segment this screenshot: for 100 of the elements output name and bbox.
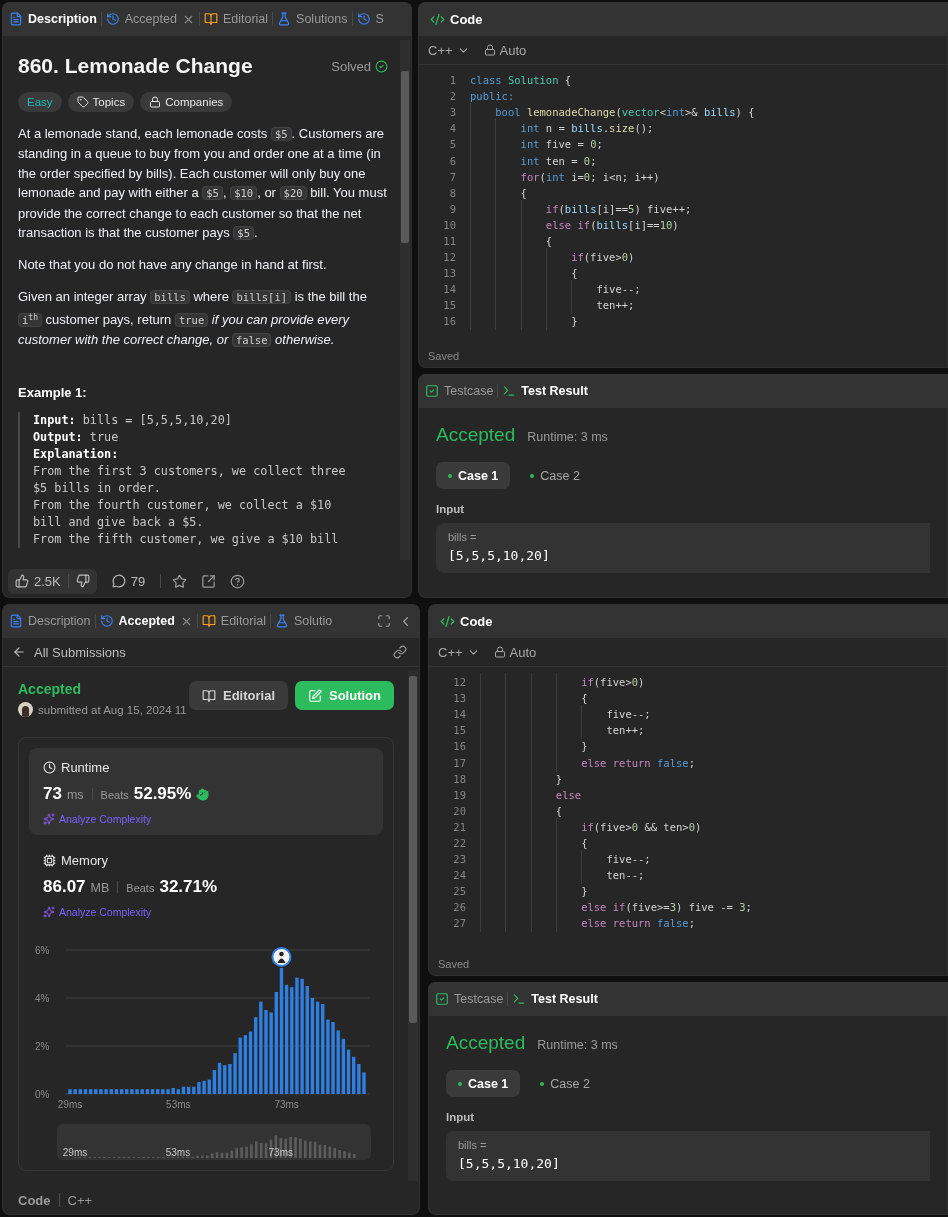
tag-chip[interactable]: Companies (140, 92, 233, 112)
case-tab[interactable]: Case 1 (436, 462, 511, 489)
line-number: 26 (452, 901, 466, 914)
line-number: 15 (452, 724, 466, 737)
code-line: if(five>0) (470, 249, 635, 266)
scrollbar[interactable] (400, 40, 410, 560)
chip-icon (43, 854, 56, 867)
tab[interactable]: Testcase (422, 380, 497, 402)
case-tab[interactable]: Case 2 (528, 1070, 602, 1097)
code-line: } (480, 770, 563, 787)
line-number: 18 (452, 772, 466, 785)
sparkles-icon (43, 906, 55, 918)
code-line: else return false; (480, 915, 695, 932)
line-number: 20 (452, 804, 466, 817)
code-line: { (480, 802, 563, 819)
mode-toggle[interactable]: Auto (493, 644, 537, 660)
overview-label: 73ms (268, 1147, 294, 1158)
code-line: { (480, 690, 588, 707)
case-tab[interactable]: Case 2 (518, 462, 592, 489)
line-number: 12 (442, 251, 456, 264)
example-line: From the first 3 customers, we collect three (33, 462, 347, 480)
metric-label: Memory (43, 853, 369, 868)
tab[interactable]: Accepted (96, 610, 196, 632)
example-line: From the fourth customer, we collect a $10 (33, 496, 333, 514)
case-tab[interactable]: Case 1 (446, 1070, 521, 1097)
code-line: ten++; (480, 722, 645, 739)
checkbox-icon (425, 384, 439, 398)
runtime-text: Runtime: 3 ms (537, 1038, 618, 1052)
tab[interactable]: Accepted (102, 8, 198, 30)
tab[interactable]: Description (6, 8, 100, 30)
document-icon (9, 12, 23, 26)
code-line: else if(bills[i]==10) (470, 216, 679, 233)
language-select[interactable]: C++ (428, 42, 470, 58)
history-icon (105, 12, 120, 26)
metric-card[interactable]: Memory 86.07 MB Beats 32.71% Analyze Complexity (29, 841, 383, 928)
solved-status: Solved (331, 58, 388, 74)
tab[interactable]: Solutions (274, 8, 351, 30)
line-number: 19 (452, 788, 466, 801)
avatar-marker (271, 947, 292, 967)
history-icon (99, 614, 114, 628)
example-line: Explanation: (33, 445, 120, 463)
y-tick-label: 0% (35, 1089, 50, 1100)
tab[interactable]: Editorial (198, 610, 269, 632)
submission-verdict: Accepted (18, 681, 83, 697)
scrollbar[interactable] (408, 671, 418, 1181)
code-line: if(five>0) (480, 674, 645, 691)
code-line: { (470, 233, 553, 249)
panel-title: Code (460, 613, 493, 629)
example-line: From the fifth customer, we give a $10 bill (33, 530, 340, 548)
tab[interactable]: S (353, 8, 387, 30)
line-number: 16 (442, 315, 456, 328)
metric-card[interactable]: Runtime 73 ms Beats 52.95% Analyze Complexity (29, 748, 383, 835)
comment-icon (111, 574, 126, 588)
pass-dot (540, 1081, 545, 1086)
language-select[interactable]: C++ (438, 644, 480, 660)
example-line: Output: true (33, 428, 120, 446)
code-line: int five = 0; (470, 136, 603, 153)
line-number: 6 (448, 154, 456, 167)
analyze-complexity-link[interactable]: Analyze Complexity (43, 906, 369, 918)
tab[interactable]: Solutio (272, 610, 336, 632)
line-number: 24 (452, 869, 466, 882)
footer-tab[interactable]: Code (18, 1192, 51, 1208)
variable-value: [5,5,5,10,20] (448, 548, 551, 563)
flask-icon (275, 614, 289, 628)
line-number: 9 (448, 202, 456, 215)
code-line: } (470, 313, 578, 330)
pen-icon (308, 688, 322, 703)
action-button[interactable]: Editorial (189, 681, 288, 710)
tab[interactable]: Editorial (200, 8, 272, 30)
example-line: bill and give back a $5. (33, 513, 205, 531)
copy-link-button[interactable] (390, 642, 410, 662)
line-number: 11 (442, 235, 456, 247)
all-submissions-link[interactable]: All Submissions (12, 644, 126, 660)
code-icon (440, 613, 455, 629)
sparkles-icon (43, 813, 55, 825)
x-tick-label: 53ms (166, 1099, 191, 1110)
tab[interactable]: Description (6, 610, 94, 632)
verdict-text: Accepted (446, 1032, 526, 1054)
x-tick-label: 73ms (274, 1099, 299, 1110)
tag-chip[interactable]: Easy (18, 92, 62, 112)
submission-time: submitted at Aug 15, 2024 11 (38, 703, 187, 716)
external-link-icon (201, 573, 217, 589)
tab[interactable]: Test Result (499, 380, 591, 402)
tab[interactable]: Testcase (432, 988, 507, 1010)
comments-button[interactable]: 79 (104, 568, 153, 594)
tab[interactable]: Test Result (509, 988, 601, 1010)
variable-name: bills = (448, 531, 478, 543)
metric-value: 86.07 (43, 877, 86, 897)
avatar (18, 702, 33, 717)
beats-percent: 52.95% (133, 784, 192, 804)
footer-tab[interactable]: C++ (67, 1192, 93, 1208)
tag-chip[interactable]: Topics (67, 92, 135, 112)
link-icon (393, 645, 407, 659)
mode-toggle[interactable]: Auto (483, 42, 527, 58)
lock-icon (483, 44, 496, 56)
x-tick-label: 29ms (57, 1099, 83, 1110)
beats-label: Beats (126, 882, 155, 894)
line-number: 8 (448, 186, 456, 199)
chart-overview[interactable]: 29ms 53ms 73ms (57, 1124, 371, 1160)
code-line: if(five>0 && ten>0) (480, 818, 702, 835)
